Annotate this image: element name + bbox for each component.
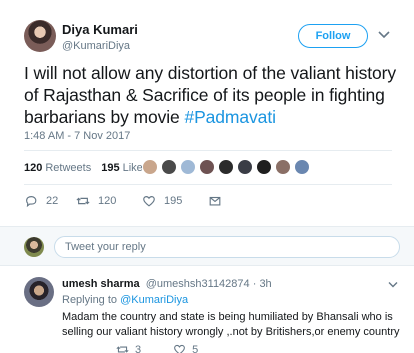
reply-like-count: 5 <box>192 343 199 353</box>
retweets-label: Retweets <box>45 162 92 174</box>
reply-count: 22 <box>46 195 59 207</box>
liker-avatar[interactable] <box>218 159 234 175</box>
likes-count: 195 <box>101 162 120 174</box>
dm-action[interactable] <box>208 194 230 208</box>
reply-author-handle[interactable]: @umeshsh31142874 <box>146 278 250 290</box>
replying-to: Replying to @KumariDiya <box>62 294 188 306</box>
liker-avatar[interactable] <box>275 159 291 175</box>
reply-actions: 3 5 <box>116 343 230 353</box>
reply-tweet[interactable]: umesh sharma @umeshsh31142874 · 3h Reply… <box>0 267 414 353</box>
retweet-count: 120 <box>98 195 117 207</box>
chevron-down-icon[interactable] <box>378 30 390 40</box>
heart-icon <box>174 344 186 353</box>
chevron-down-icon[interactable] <box>388 281 398 289</box>
liker-avatar[interactable] <box>161 159 177 175</box>
liker-avatar[interactable] <box>294 159 310 175</box>
author-avatar[interactable] <box>24 20 56 52</box>
reply-retweet-action[interactable]: 3 <box>116 343 141 353</box>
like-count: 195 <box>164 195 183 207</box>
liker-avatar[interactable] <box>199 159 215 175</box>
follow-button[interactable]: Follow <box>298 24 368 48</box>
reply-like-action[interactable]: 5 <box>173 343 198 353</box>
author-handle[interactable]: @KumariDiya <box>62 40 130 52</box>
replying-prefix: Replying to <box>62 294 121 306</box>
reply-header: umesh sharma @umeshsh31142874 · 3h <box>62 278 272 290</box>
reply-icon <box>26 196 37 208</box>
reply-time[interactable]: · 3h <box>253 278 272 290</box>
liker-avatar[interactable] <box>180 159 196 175</box>
divider <box>24 150 392 151</box>
tweet-actions: 22 120 195 <box>24 192 230 210</box>
reply-action[interactable]: 22 <box>24 194 76 208</box>
replying-mention[interactable]: @KumariDiya <box>120 294 188 306</box>
retweet-action[interactable]: 120 <box>76 194 142 208</box>
liker-avatar[interactable] <box>142 159 158 175</box>
hashtag-link[interactable]: #Padmavati <box>184 107 276 127</box>
retweet-icon <box>116 346 129 353</box>
main-tweet: Diya Kumari @KumariDiya Follow I will no… <box>0 0 414 226</box>
retweets-stat[interactable]: 120 Retweets <box>24 162 91 174</box>
liker-avatar[interactable] <box>237 159 253 175</box>
heart-icon <box>143 196 155 207</box>
reply-composer: Tweet your reply <box>0 226 414 266</box>
tweet-stats: 120 Retweets 195 Likes <box>24 156 158 180</box>
liker-avatar[interactable] <box>256 159 272 175</box>
current-user-avatar <box>24 237 44 257</box>
retweets-count: 120 <box>24 162 43 174</box>
like-action[interactable]: 195 <box>142 194 208 208</box>
reply-author-avatar[interactable] <box>24 277 54 307</box>
reply-retweet-count: 3 <box>135 343 142 353</box>
reply-author-name[interactable]: umesh sharma <box>62 278 140 290</box>
reply-input[interactable]: Tweet your reply <box>54 236 400 258</box>
envelope-icon <box>209 196 221 206</box>
reply-text: Madam the country and state is being hum… <box>62 311 400 338</box>
tweet-timestamp[interactable]: 1:48 AM - 7 Nov 2017 <box>24 130 130 142</box>
divider <box>24 184 392 185</box>
liker-avatars <box>142 159 313 175</box>
tweet-text: I will not allow any distortion of the v… <box>24 62 404 128</box>
retweet-icon <box>76 197 90 205</box>
author-name[interactable]: Diya Kumari <box>62 22 138 37</box>
